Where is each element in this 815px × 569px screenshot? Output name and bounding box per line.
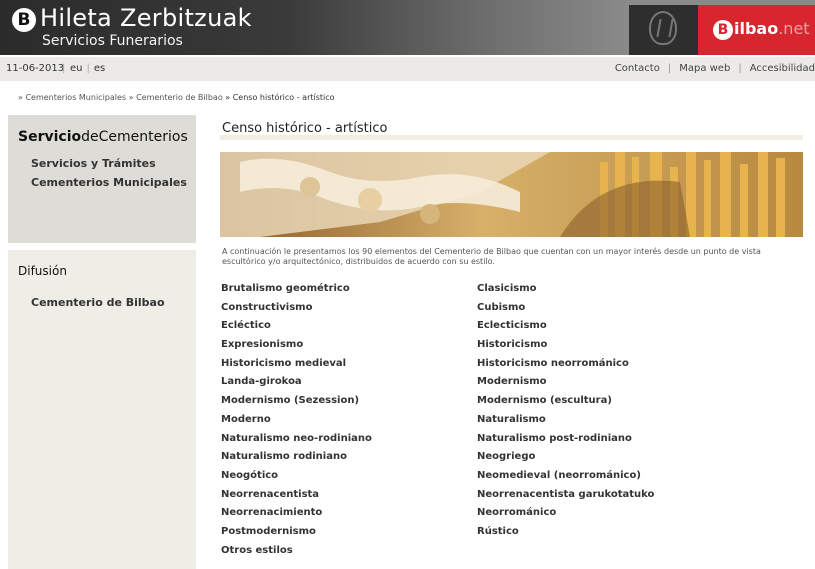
style-link[interactable]: Constructivismo xyxy=(221,302,372,321)
style-link[interactable]: Naturalismo neo-rodiniano xyxy=(221,433,372,452)
bilbao-logo-text: ilbao.net xyxy=(734,19,810,38)
lang-link-es[interactable]: es xyxy=(94,63,105,74)
style-link[interactable]: Otros estilos xyxy=(221,545,372,564)
style-link[interactable]: Historicismo medieval xyxy=(221,358,372,377)
city-crest-logo[interactable] xyxy=(629,5,698,55)
bilbao-logo-icon: B xyxy=(713,20,733,40)
language-switcher: eu | es xyxy=(70,63,105,74)
breadcrumb: » Cementerios Municipales » Cementerio d… xyxy=(18,93,335,102)
style-link[interactable]: Historicismo xyxy=(477,339,654,358)
style-link[interactable]: Modernismo (escultura) xyxy=(477,395,654,414)
sidebar-item-servicios-tramites[interactable]: Servicios y Trámites xyxy=(31,157,156,170)
sidebar-service-title: ServiciodeCementerios xyxy=(18,129,188,145)
style-link[interactable]: Neorrenacentista garukotatuko xyxy=(477,489,654,508)
style-link[interactable]: Neorrenacentista xyxy=(221,489,372,508)
separator: | xyxy=(667,63,672,74)
separator: | xyxy=(738,63,742,74)
style-link[interactable]: Historicismo neorrománico xyxy=(477,358,654,377)
sidebar-item-cementerio-bilbao[interactable]: Cementerio de Bilbao xyxy=(31,296,165,309)
separator: | xyxy=(62,63,66,74)
current-date: 11-06-2013 xyxy=(6,63,65,74)
site-logo-icon[interactable]: B xyxy=(12,8,36,32)
style-list-column-1: Brutalismo geométrico Constructivismo Ec… xyxy=(221,283,372,563)
style-link[interactable]: Moderno xyxy=(221,414,372,433)
style-link[interactable]: Eclecticismo xyxy=(477,320,654,339)
separator: | xyxy=(86,63,90,74)
breadcrumb-cementerios-municipales[interactable]: » Cementerios Municipales xyxy=(18,93,126,102)
style-link[interactable]: Expresionismo xyxy=(221,339,372,358)
style-link[interactable]: Naturalismo post-rodiniano xyxy=(477,433,654,452)
intro-text: A continuación le presentamos los 90 ele… xyxy=(222,247,761,266)
style-link[interactable]: Modernismo xyxy=(477,376,654,395)
site-subtitle: Servicios Funerarios xyxy=(42,33,183,49)
breadcrumb-current: » Censo histórico - artístico xyxy=(225,93,335,102)
bilbao-net-logo[interactable]: B ilbao.net xyxy=(698,5,815,55)
style-link[interactable]: Naturalismo xyxy=(477,414,654,433)
style-link[interactable]: Neogótico xyxy=(221,470,372,489)
style-link[interactable]: Neorrenacimiento xyxy=(221,507,372,526)
lang-link-eu[interactable]: eu xyxy=(70,63,83,74)
sidebar-difusion-heading: Difusión xyxy=(18,264,67,278)
style-link[interactable]: Clasicismo xyxy=(477,283,654,302)
utility-bar: 11-06-2013 | eu | es Contacto | Mapa web | Acc… xyxy=(0,57,815,81)
style-link[interactable]: Postmodernismo xyxy=(221,526,372,545)
sitemap-link[interactable]: Mapa web xyxy=(679,63,730,74)
style-link[interactable]: Neogriego xyxy=(477,451,654,470)
style-link[interactable]: Naturalismo rodiniano xyxy=(221,451,372,470)
style-link[interactable]: Cubismo xyxy=(477,302,654,321)
style-link[interactable]: Rústico xyxy=(477,526,654,545)
banner-image xyxy=(220,152,803,237)
crest-icon xyxy=(649,11,677,45)
style-link[interactable]: Brutalismo geométrico xyxy=(221,283,372,302)
style-list-column-2: Clasicismo Cubismo Eclecticismo Historic… xyxy=(477,283,654,545)
page-title: Censo histórico - artístico xyxy=(222,121,388,136)
utility-links: Contacto | Mapa web | Accesibilidad xyxy=(615,63,815,74)
style-link[interactable]: Neomedieval (neorrománico) xyxy=(477,470,654,489)
cemetery-arches-image xyxy=(220,152,803,237)
style-link[interactable]: Modernismo (Sezession) xyxy=(221,395,372,414)
accessibility-link[interactable]: Accesibilidad xyxy=(750,63,815,74)
contact-link[interactable]: Contacto xyxy=(615,63,660,74)
sidebar-difusion-box: Difusión Cementerio de Bilbao xyxy=(8,250,196,569)
title-divider xyxy=(220,135,803,140)
style-link[interactable]: Neorrománico xyxy=(477,507,654,526)
breadcrumb-cementerio-bilbao[interactable]: » Cementerio de Bilbao xyxy=(129,93,223,102)
style-link[interactable]: Ecléctico xyxy=(221,320,372,339)
style-link[interactable]: Landa-girokoa xyxy=(221,376,372,395)
site-title[interactable]: Hileta Zerbitzuak xyxy=(40,4,252,32)
sidebar-service-box: ServiciodeCementerios Servicios y Trámit… xyxy=(8,115,196,243)
sidebar-item-cementerios-municipales[interactable]: Cementerios Municipales xyxy=(31,176,187,189)
